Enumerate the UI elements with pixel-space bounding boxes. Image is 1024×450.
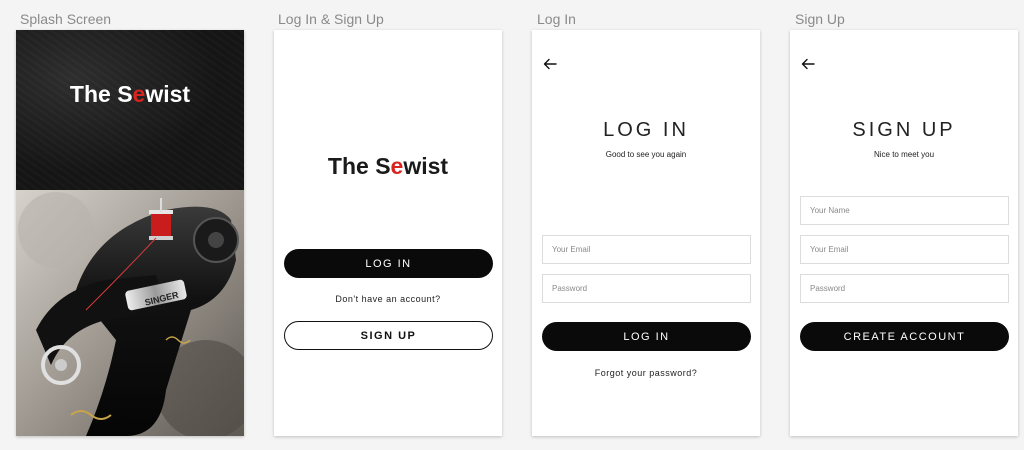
- splash-brand-logo: The Sewist: [69, 81, 191, 107]
- login-subtitle: Good to see you again: [605, 150, 687, 159]
- password-field[interactable]: [800, 274, 1009, 303]
- signup-button[interactable]: SIGN UP: [284, 321, 493, 350]
- sewing-machine-illustration: SINGER: [16, 190, 244, 436]
- password-field[interactable]: [542, 274, 751, 303]
- login-button[interactable]: LOG IN: [284, 249, 493, 278]
- splash-screen-frame: The Sewist SINGER: [16, 30, 244, 436]
- signup-title: SIGN UP: [852, 119, 956, 141]
- signup-subtitle: Nice to meet you: [873, 150, 935, 159]
- sewing-machine-photo: SINGER: [16, 190, 244, 436]
- no-account-prompt: Don't have an account?: [335, 294, 441, 304]
- signup-screen-frame: SIGN UP Nice to meet you CREATE ACCOUNT: [790, 30, 1018, 436]
- forgot-password-link[interactable]: Forgot your password?: [532, 368, 760, 378]
- artboard-label-splash: Splash Screen: [20, 11, 112, 27]
- email-field[interactable]: [800, 235, 1009, 264]
- login-submit-button[interactable]: LOG IN: [542, 322, 751, 351]
- login-screen-frame: LOG IN Good to see you again LOG IN Forg…: [532, 30, 760, 436]
- email-field[interactable]: [542, 235, 751, 264]
- create-account-button[interactable]: CREATE ACCOUNT: [800, 322, 1009, 351]
- login-title: LOG IN: [603, 119, 689, 141]
- welcome-brand-logo: The Sewist: [327, 153, 449, 179]
- arrow-left-icon[interactable]: [801, 57, 815, 71]
- artboard-label-login: Log In: [537, 11, 576, 27]
- artboard-label-signup: Sign Up: [795, 11, 845, 27]
- name-field[interactable]: [800, 196, 1009, 225]
- artboard-label-welcome: Log In & Sign Up: [278, 11, 384, 27]
- arrow-left-icon[interactable]: [543, 57, 557, 71]
- welcome-screen-frame: The Sewist LOG IN Don't have an account?…: [274, 30, 502, 436]
- splash-dark-background: [16, 30, 244, 190]
